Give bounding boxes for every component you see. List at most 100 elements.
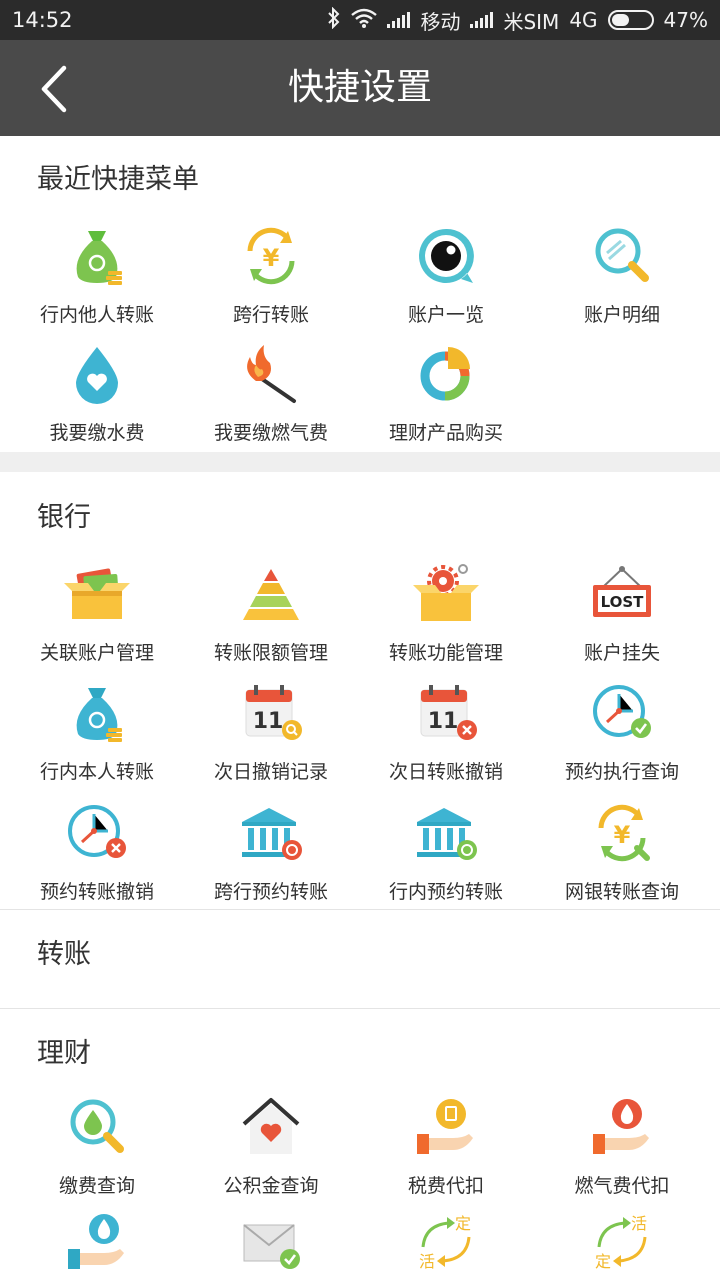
menu-item-label: 次日撤销记录 [213, 761, 328, 783]
calendar-cancel-icon: 11 [410, 677, 482, 749]
menu-item-housing-fund[interactable]: 公积金查询 [181, 1091, 361, 1201]
bank-clock-green-icon [410, 797, 482, 869]
carrier-2: 米SIM [503, 9, 560, 34]
menu-item-account-overview[interactable]: 账户一览 [356, 220, 536, 330]
menu-item-transfer-function[interactable]: 转账功能管理 [356, 558, 536, 668]
section-title-recent: 最近快捷菜单 [37, 164, 199, 195]
wifi-icon [351, 8, 378, 33]
menu-item-partial-2[interactable] [181, 1206, 361, 1280]
ding-char: 定 [595, 1252, 611, 1271]
menu-item-next-day-cancel-record[interactable]: 11 次日撤销记录 [181, 677, 361, 787]
battery-percent: 47% [663, 8, 708, 32]
menu-item-label: 网银转账查询 [564, 881, 679, 903]
menu-item-scheduled-query[interactable]: 预约执行查询 [532, 677, 712, 787]
network-type: 4G [569, 8, 598, 32]
menu-item-gas-deduction[interactable]: 燃气费代扣 [532, 1091, 712, 1201]
donut-chart-icon [410, 338, 482, 410]
status-right: 移动 米SIM 4G 47% [327, 6, 708, 35]
menu-item-partial-1[interactable] [7, 1206, 187, 1280]
menu-item-interbank-scheduled[interactable]: 跨行预约转账 [181, 797, 361, 907]
menu-item-transfer-limit[interactable]: 转账限额管理 [181, 558, 361, 668]
menu-item-next-day-cancel[interactable]: 11 次日转账撤销 [356, 677, 536, 787]
back-button[interactable] [22, 58, 84, 120]
section-separator [0, 452, 720, 472]
huo-char: 活 [631, 1214, 647, 1233]
hand-coin-icon [410, 1091, 482, 1163]
menu-item-label: 跨行转账 [232, 304, 309, 326]
clock-check-icon [586, 677, 658, 749]
status-bar: 14:52 移动 米SIM 4G 47% [0, 0, 720, 40]
section-title-wealth: 理财 [37, 1038, 91, 1069]
yen-search-icon: ¥ [586, 797, 658, 869]
clock-cancel-icon [61, 797, 133, 869]
hand-drop-icon [61, 1206, 133, 1278]
huo-char: 活 [419, 1252, 435, 1271]
menu-item-online-transfer-query[interactable]: ¥ 网银转账查询 [532, 797, 712, 907]
match-flame-icon [235, 338, 307, 410]
water-drop-icon [61, 338, 133, 410]
menu-item-label: 我要缴燃气费 [213, 422, 328, 444]
pyramid-icon [235, 558, 307, 630]
section-divider [0, 1008, 720, 1009]
menu-item-partial-4[interactable]: 活定 [532, 1206, 712, 1280]
magnifier-drop-icon [61, 1091, 133, 1163]
menu-item-label: 转账功能管理 [388, 642, 503, 664]
section-title-transfer: 转账 [37, 939, 91, 970]
menu-item-label: 预约转账撤销 [39, 881, 154, 903]
menu-item-label: 燃气费代扣 [574, 1175, 670, 1197]
menu-item-wealth-product[interactable]: 理财产品购买 [356, 338, 536, 448]
envelope-check-icon [235, 1206, 307, 1278]
bluetooth-icon [327, 6, 341, 34]
menu-item-tax-deduction[interactable]: 税费代扣 [356, 1091, 536, 1201]
menu-item-label: 行内本人转账 [39, 761, 154, 783]
menu-item-label: 税费代扣 [407, 1175, 484, 1197]
menu-item-label: 预约执行查询 [564, 761, 679, 783]
menu-item-report-loss[interactable]: LOST 账户挂失 [532, 558, 712, 668]
menu-item-label: 行内预约转账 [388, 881, 503, 903]
page-title: 快捷设置 [287, 67, 432, 108]
menu-item-label: 缴费查询 [58, 1175, 135, 1197]
menu-item-label: 次日转账撤销 [388, 761, 503, 783]
house-heart-icon [235, 1091, 307, 1163]
menu-item-label: 公积金查询 [223, 1175, 319, 1197]
chevron-left-icon [41, 65, 67, 113]
menu-item-partial-3[interactable]: 定活 [356, 1206, 536, 1280]
menu-item-label: 转账限额管理 [213, 642, 328, 664]
menu-item-label: 账户挂失 [583, 642, 660, 664]
menu-item-label: 账户明细 [583, 304, 660, 326]
section-title-bank: 银行 [37, 502, 91, 533]
fixed-to-current-icon: 活定 [586, 1206, 658, 1278]
lost-text: LOST [601, 593, 645, 611]
menu-item-intra-transfer-self[interactable]: 行内本人转账 [7, 677, 187, 787]
battery-icon [607, 10, 654, 30]
menu-item-label: 我要缴水费 [49, 422, 145, 444]
menu-item-account-detail[interactable]: 账户明细 [532, 220, 712, 330]
menu-item-payment-query[interactable]: 缴费查询 [7, 1091, 187, 1201]
calendar-search-icon: 11 [235, 677, 307, 749]
magnifier-icon [586, 220, 658, 292]
menu-item-label: 账户一览 [407, 304, 484, 326]
menu-item-label: 行内他人转账 [39, 304, 154, 326]
app-bar: 快捷设置 [0, 40, 720, 136]
signal-icon-2 [470, 12, 494, 28]
card-box-icon [61, 558, 133, 630]
yen-exchange-icon: ¥ [235, 220, 307, 292]
carrier-1: 移动 [420, 9, 461, 34]
eye-icon [410, 220, 482, 292]
menu-item-intra-transfer-other[interactable]: 行内他人转账 [7, 220, 187, 330]
menu-item-intra-scheduled[interactable]: 行内预约转账 [356, 797, 536, 907]
menu-item-linked-account[interactable]: 关联账户管理 [7, 558, 187, 668]
menu-item-scheduled-cancel[interactable]: 预约转账撤销 [7, 797, 187, 907]
menu-item-label: 跨行预约转账 [213, 881, 328, 903]
money-bag-blue-icon [61, 677, 133, 749]
current-to-fixed-icon: 定活 [410, 1206, 482, 1278]
menu-item-gas-bill[interactable]: 我要缴燃气费 [181, 338, 361, 448]
yen-symbol: ¥ [263, 244, 280, 272]
money-bag-green-icon [61, 220, 133, 292]
menu-item-water-bill[interactable]: 我要缴水费 [7, 338, 187, 448]
bank-clock-icon [235, 797, 307, 869]
signal-icon [387, 12, 411, 28]
menu-item-label: 关联账户管理 [39, 642, 154, 664]
hand-flame-icon [586, 1091, 658, 1163]
menu-item-interbank-transfer[interactable]: ¥ 跨行转账 [181, 220, 361, 330]
